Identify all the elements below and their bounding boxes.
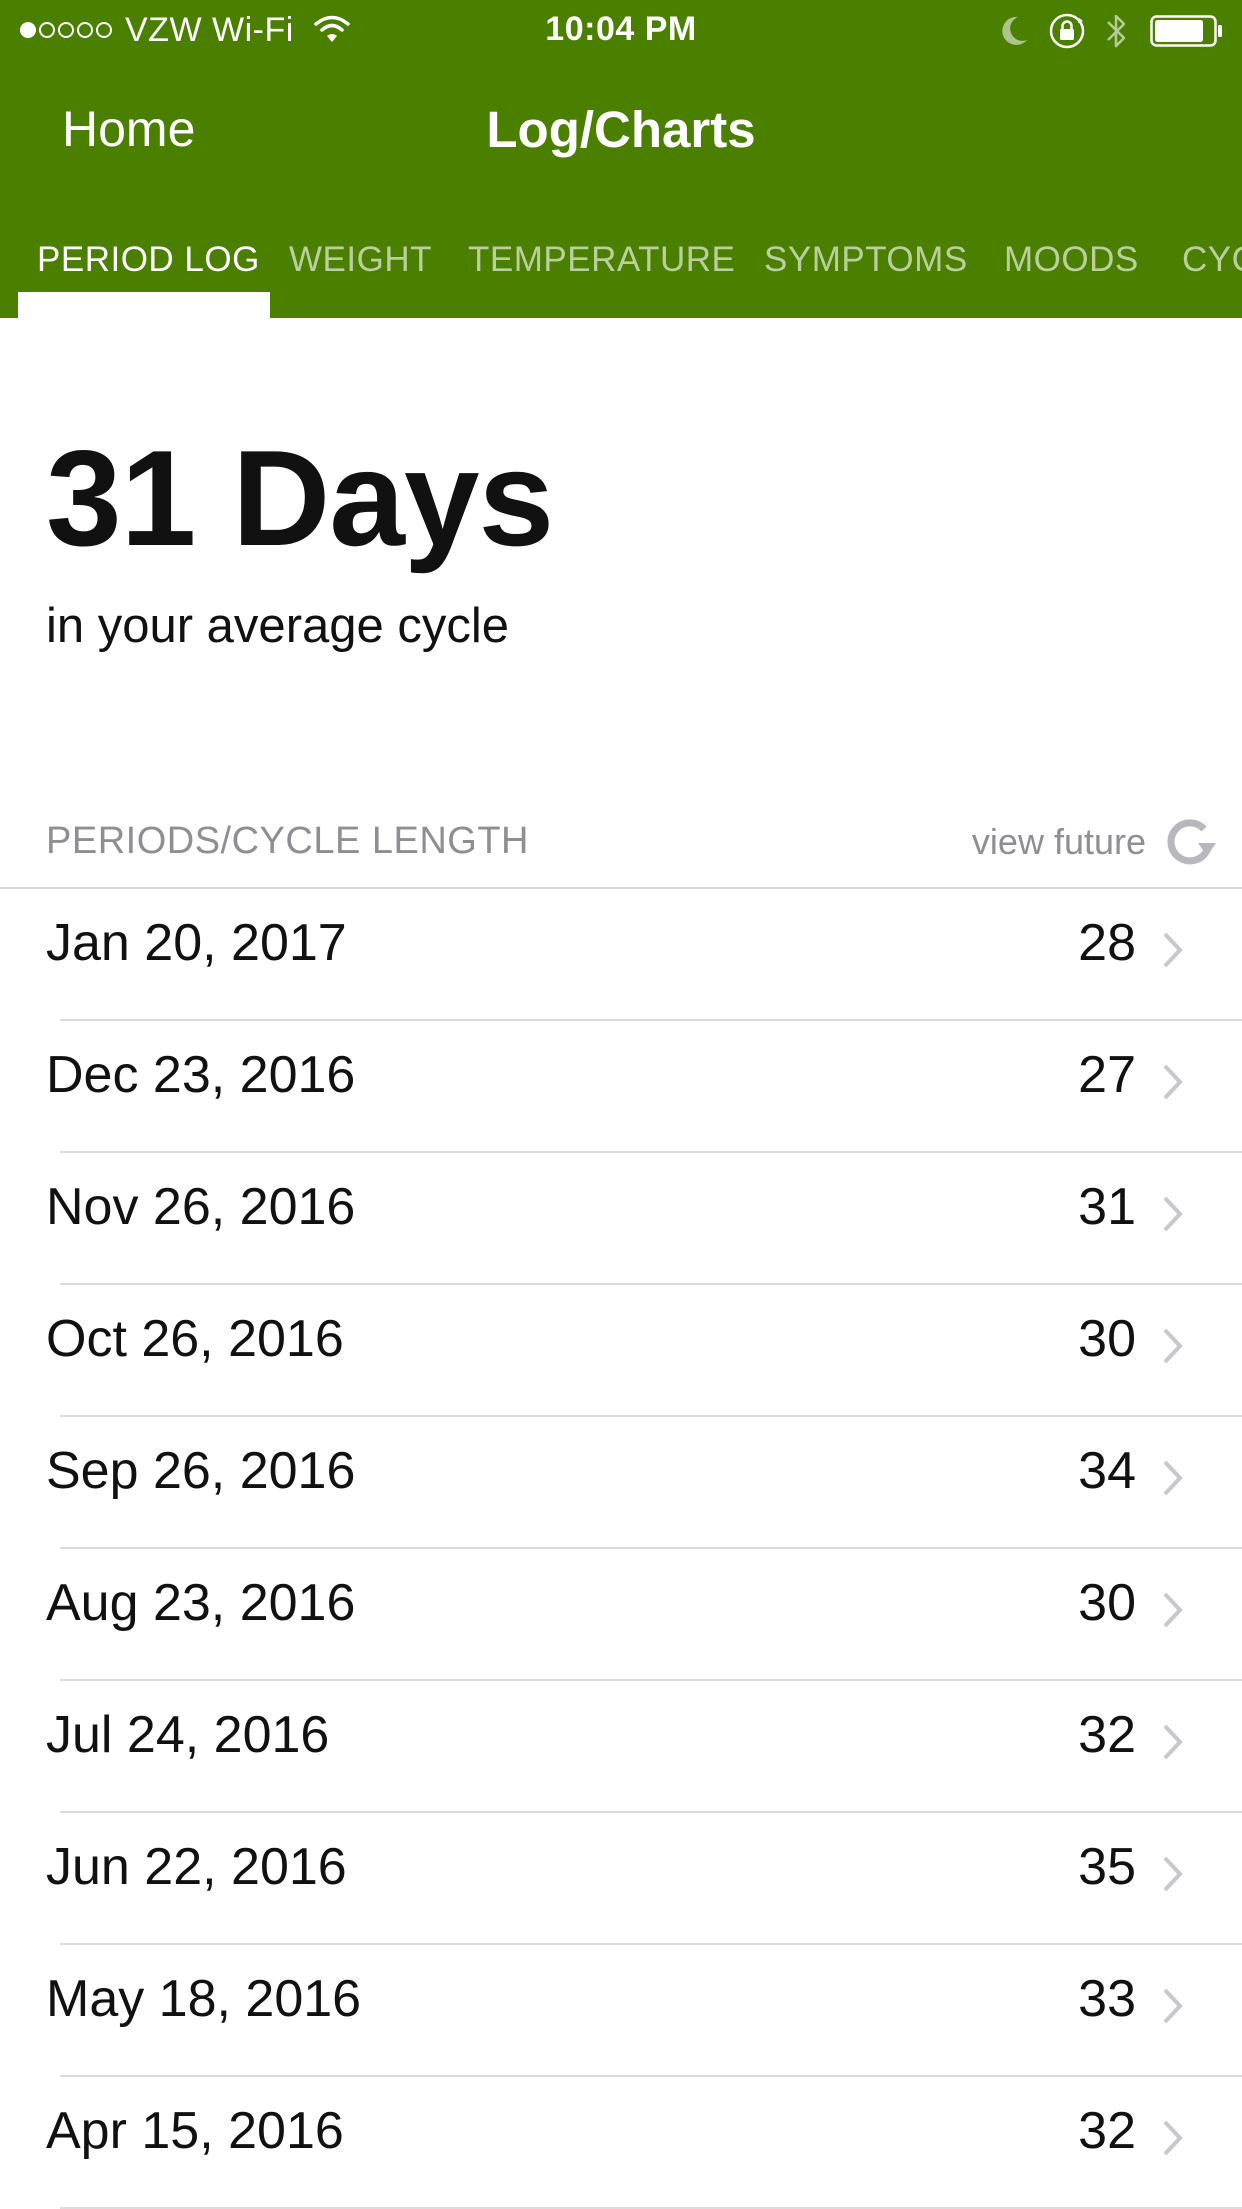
cycle-length: 34	[1078, 1442, 1136, 1500]
period-date: Jul 24, 2016	[46, 1706, 330, 1764]
list-item[interactable]: Jan 20, 2017 28	[0, 889, 1242, 1021]
tab-temperature[interactable]: TEMPERATURE	[468, 240, 735, 280]
list-item[interactable]: Oct 26, 2016 30	[0, 1285, 1242, 1417]
period-date: May 18, 2016	[46, 1970, 362, 2028]
cycle-length: 32	[1078, 2102, 1136, 2160]
tab-symptoms[interactable]: SYMPTOMS	[764, 240, 968, 280]
chevron-right-icon	[1163, 1724, 1183, 1760]
period-date: Apr 15, 2016	[46, 2102, 344, 2160]
chevron-right-icon	[1163, 1328, 1183, 1364]
period-date: Aug 23, 2016	[46, 1574, 356, 1632]
cycle-length: 27	[1078, 1046, 1136, 1104]
period-date: Sep 26, 2016	[46, 1442, 356, 1500]
tab-bar: PERIOD LOG WEIGHT TEMPERATURE SYMPTOMS M…	[0, 220, 1242, 318]
view-future-label: view future	[971, 821, 1146, 862]
list-item[interactable]: May 18, 2016 33	[0, 1945, 1242, 2077]
navigation-bar: Home Log/Charts	[0, 70, 1242, 186]
chevron-right-icon	[1163, 1064, 1183, 1100]
chevron-right-icon	[1163, 1592, 1183, 1628]
average-cycle-caption: in your average cycle	[46, 599, 510, 653]
list-item[interactable]: Nov 26, 2016 31	[0, 1153, 1242, 1285]
cycle-length: 30	[1078, 1310, 1136, 1368]
period-date: Oct 26, 2016	[46, 1310, 344, 1368]
cycle-length: 33	[1078, 1970, 1136, 2028]
cycle-length: 28	[1078, 914, 1136, 972]
period-list: Jan 20, 2017 28 Dec 23, 2016 27 Nov 26, …	[0, 889, 1242, 2209]
tab-moods[interactable]: MOODS	[1004, 240, 1139, 280]
period-date: Dec 23, 2016	[46, 1046, 356, 1104]
section-title: PERIODS/CYCLE LENGTH	[46, 820, 529, 862]
status-bar: VZW Wi-Fi 10:04 PM	[0, 0, 1242, 60]
chevron-right-icon	[1163, 1460, 1183, 1496]
battery-icon	[1150, 15, 1222, 47]
chevron-right-icon	[1163, 1988, 1183, 2024]
active-tab-indicator	[18, 292, 270, 318]
period-date: Nov 26, 2016	[46, 1178, 356, 1236]
chevron-right-icon	[1163, 1856, 1183, 1892]
average-cycle-value: 31 Days	[46, 422, 554, 574]
list-item[interactable]: Aug 23, 2016 30	[0, 1549, 1242, 1681]
cycle-length: 30	[1078, 1574, 1136, 1632]
app-header: VZW Wi-Fi 10:04 PM Home Log/Charts PERIO…	[0, 0, 1242, 318]
list-item[interactable]: Sep 26, 2016 34	[0, 1417, 1242, 1549]
bluetooth-icon	[1107, 14, 1126, 48]
tab-weight[interactable]: WEIGHT	[289, 240, 432, 280]
cycle-length: 31	[1078, 1178, 1136, 1236]
period-date: Jun 22, 2016	[46, 1838, 347, 1896]
list-item[interactable]: Apr 15, 2016 32	[0, 2077, 1242, 2209]
cycle-length: 32	[1078, 1706, 1136, 1764]
chevron-right-icon	[1163, 2120, 1183, 2156]
tab-period-log[interactable]: PERIOD LOG	[37, 240, 260, 280]
list-item[interactable]: Jun 22, 2016 35	[0, 1813, 1242, 1945]
view-future-button[interactable]: view future	[972, 812, 1220, 872]
list-item[interactable]: Jul 24, 2016 32	[0, 1681, 1242, 1813]
chevron-right-icon	[1163, 1196, 1183, 1232]
chevron-right-icon	[1163, 932, 1183, 968]
lock-rotation-icon	[1049, 13, 1085, 49]
refresh-icon	[1167, 819, 1216, 865]
moon-icon	[1002, 16, 1027, 45]
page-title: Log/Charts	[486, 101, 756, 158]
status-right	[998, 12, 1224, 50]
period-date: Jan 20, 2017	[46, 914, 347, 972]
list-item[interactable]: Dec 23, 2016 27	[0, 1021, 1242, 1153]
cycle-length: 35	[1078, 1838, 1136, 1896]
tab-cycle[interactable]: CYC	[1182, 240, 1242, 280]
